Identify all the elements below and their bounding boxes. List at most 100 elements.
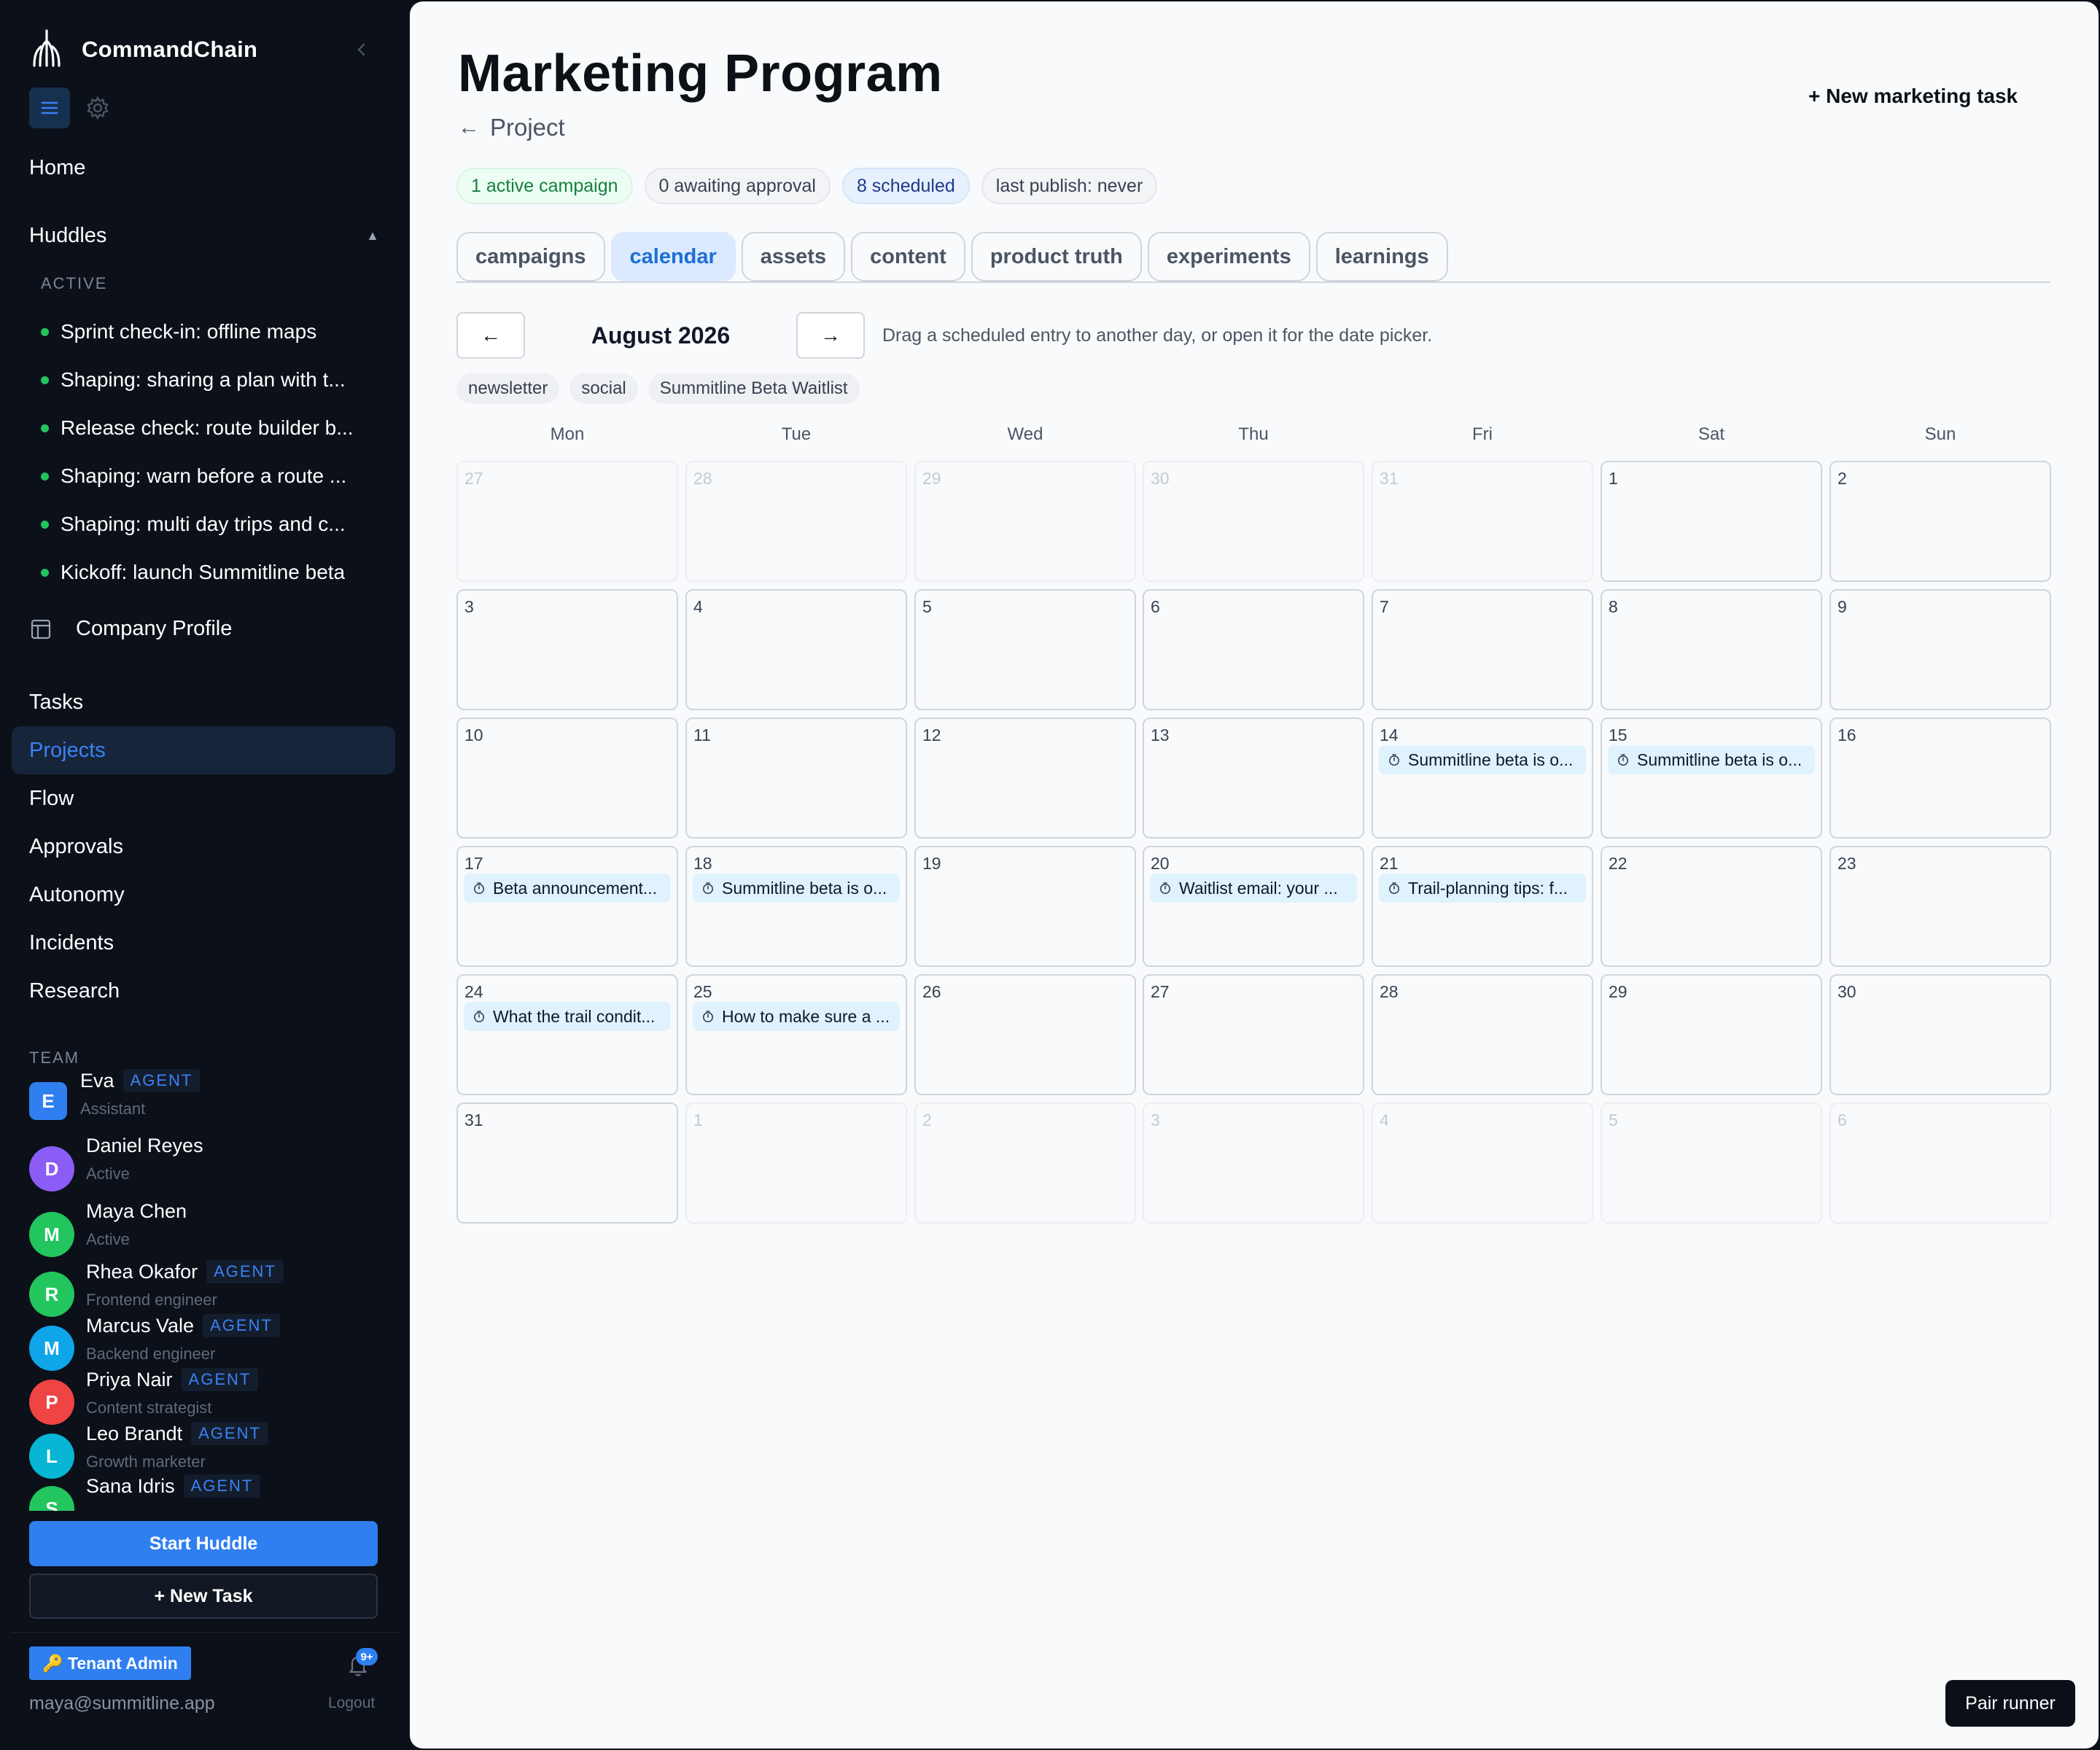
team-member[interactable]: M Maya Chen Active	[29, 1200, 187, 1257]
huddle-item[interactable]: Sprint check-in: offline maps	[41, 308, 384, 356]
nav-flow[interactable]: Flow	[12, 774, 395, 822]
calendar-filter-chip[interactable]: social	[569, 373, 638, 404]
new-marketing-task-button[interactable]: + New marketing task	[1808, 85, 2018, 108]
nav-projects[interactable]: Projects	[12, 726, 395, 774]
calendar-day-cell[interactable]: 17 Beta announcement...	[456, 846, 678, 967]
company-profile-link[interactable]: Company Profile	[29, 617, 232, 641]
tenant-admin-badge[interactable]: 🔑 Tenant Admin	[29, 1646, 191, 1680]
calendar-day-cell[interactable]: 20 Waitlist email: your ...	[1143, 846, 1364, 967]
collapse-sidebar-icon[interactable]	[347, 36, 376, 63]
calendar-day-cell[interactable]: 31	[1372, 461, 1593, 582]
nav-research[interactable]: Research	[12, 967, 395, 1015]
calendar-filter-chip[interactable]: newsletter	[456, 373, 560, 404]
calendar-filter-chip[interactable]: Summitline Beta Waitlist	[648, 373, 860, 404]
tab-experiments[interactable]: experiments	[1147, 232, 1310, 281]
huddle-item[interactable]: Release check: route builder b...	[41, 404, 384, 452]
nav-home[interactable]: Home	[29, 156, 85, 180]
nav-incidents[interactable]: Incidents	[12, 919, 395, 967]
team-member[interactable]: E Eva AGENT Assistant	[29, 1069, 201, 1120]
team-member[interactable]: R Rhea Okafor AGENT Frontend engineer	[29, 1260, 284, 1317]
calendar-day-cell[interactable]: 29	[914, 461, 1136, 582]
scheduled-entry[interactable]: Summitline beta is o...	[1608, 745, 1815, 774]
tab-assets[interactable]: assets	[741, 232, 846, 281]
tab-learnings[interactable]: learnings	[1315, 232, 1448, 281]
calendar-day-cell[interactable]: 3	[456, 589, 678, 710]
scheduled-entry[interactable]: How to make sure a ...	[693, 1002, 900, 1031]
calendar-day-cell[interactable]: 21 Trail-planning tips: f...	[1372, 846, 1593, 967]
team-member[interactable]: M Marcus Vale AGENT Backend engineer	[29, 1314, 280, 1371]
calendar-day-cell[interactable]: 24 What the trail condit...	[456, 974, 678, 1095]
team-member[interactable]: S Sana Idris AGENT	[29, 1474, 261, 1511]
collapse-caret-icon[interactable]: ▲	[366, 228, 379, 244]
team-member[interactable]: L Leo Brandt AGENT Growth marketer	[29, 1422, 268, 1479]
calendar-day-cell[interactable]: 9	[1829, 589, 2051, 710]
calendar-day-cell[interactable]: 13	[1143, 718, 1364, 839]
calendar-day-cell[interactable]: 6	[1143, 589, 1364, 710]
prev-month-button[interactable]: ←	[456, 312, 525, 359]
calendar-day-cell[interactable]: 12	[914, 718, 1136, 839]
logout-link[interactable]: Logout	[328, 1695, 375, 1712]
calendar-day-cell[interactable]: 5	[1601, 1102, 1822, 1224]
calendar-day-cell[interactable]: 26	[914, 974, 1136, 1095]
huddle-item[interactable]: Shaping: warn before a route ...	[41, 452, 384, 500]
tab-campaigns[interactable]: campaigns	[456, 232, 605, 281]
calendar-day-cell[interactable]: 28	[1372, 974, 1593, 1095]
huddle-item[interactable]: Shaping: sharing a plan with t...	[41, 356, 384, 404]
calendar-day-cell[interactable]: 16	[1829, 718, 2051, 839]
calendar-day-cell[interactable]: 5	[914, 589, 1136, 710]
calendar-day-cell[interactable]: 10	[456, 718, 678, 839]
calendar-day-cell[interactable]: 8	[1601, 589, 1822, 710]
calendar-day-cell[interactable]: 6	[1829, 1102, 2051, 1224]
calendar-day-cell[interactable]: 31	[456, 1102, 678, 1224]
calendar-day-cell[interactable]: 11	[685, 718, 907, 839]
calendar-day-cell[interactable]: 2	[914, 1102, 1136, 1224]
next-month-button[interactable]: →	[796, 312, 865, 359]
calendar-day-cell[interactable]: 30	[1143, 461, 1364, 582]
calendar-day-cell[interactable]: 22	[1601, 846, 1822, 967]
calendar-day-cell[interactable]: 4	[685, 589, 907, 710]
notification-count-badge: 9+	[356, 1648, 378, 1665]
calendar-day-cell[interactable]: 14 Summitline beta is o...	[1372, 718, 1593, 839]
back-to-project-link[interactable]: ← Project	[458, 114, 565, 141]
settings-button[interactable]	[83, 93, 112, 122]
team-member[interactable]: P Priya Nair AGENT Content strategist	[29, 1368, 259, 1425]
huddles-section-header[interactable]: Huddles ▲	[29, 224, 379, 248]
nav-tasks[interactable]: Tasks	[12, 678, 395, 726]
calendar-day-cell[interactable]: 7	[1372, 589, 1593, 710]
brand[interactable]: CommandChain	[29, 28, 257, 70]
nav-approvals[interactable]: Approvals	[12, 822, 395, 871]
calendar-day-cell[interactable]: 1	[685, 1102, 907, 1224]
huddle-item[interactable]: Kickoff: launch Summitline beta	[41, 548, 384, 596]
scheduled-entry[interactable]: What the trail condit...	[464, 1002, 671, 1031]
nav-autonomy[interactable]: Autonomy	[12, 871, 395, 919]
calendar-day-cell[interactable]: 27	[1143, 974, 1364, 1095]
calendar-day-cell[interactable]: 18 Summitline beta is o...	[685, 846, 907, 967]
scheduled-entry[interactable]: Waitlist email: your ...	[1150, 874, 1357, 903]
menu-button[interactable]	[29, 88, 70, 128]
calendar-day-cell[interactable]: 29	[1601, 974, 1822, 1095]
calendar-day-cell[interactable]: 19	[914, 846, 1136, 967]
notifications-button[interactable]: 9+	[346, 1648, 378, 1680]
calendar-day-cell[interactable]: 28	[685, 461, 907, 582]
tab-calendar[interactable]: calendar	[610, 232, 736, 281]
calendar-day-cell[interactable]: 2	[1829, 461, 2051, 582]
calendar-day-cell[interactable]: 25 How to make sure a ...	[685, 974, 907, 1095]
start-huddle-button[interactable]: Start Huddle	[29, 1521, 378, 1566]
scheduled-entry[interactable]: Summitline beta is o...	[693, 874, 900, 903]
tab-content[interactable]: content	[851, 232, 965, 281]
calendar-day-cell[interactable]: 15 Summitline beta is o...	[1601, 718, 1822, 839]
team-member[interactable]: D Daniel Reyes Active	[29, 1135, 203, 1191]
pair-runner-button[interactable]: Pair runner	[1945, 1680, 2075, 1727]
huddle-item[interactable]: Shaping: multi day trips and c...	[41, 500, 384, 548]
calendar-day-cell[interactable]: 1	[1601, 461, 1822, 582]
calendar-day-cell[interactable]: 30	[1829, 974, 2051, 1095]
scheduled-entry[interactable]: Beta announcement...	[464, 874, 671, 903]
calendar-day-cell[interactable]: 27	[456, 461, 678, 582]
scheduled-entry[interactable]: Trail-planning tips: f...	[1379, 874, 1586, 903]
calendar-day-cell[interactable]: 3	[1143, 1102, 1364, 1224]
calendar-day-cell[interactable]: 4	[1372, 1102, 1593, 1224]
tab-product-truth[interactable]: product truth	[971, 232, 1142, 281]
scheduled-entry[interactable]: Summitline beta is o...	[1379, 745, 1586, 774]
calendar-day-cell[interactable]: 23	[1829, 846, 2051, 967]
new-task-button[interactable]: + New Task	[29, 1574, 378, 1619]
